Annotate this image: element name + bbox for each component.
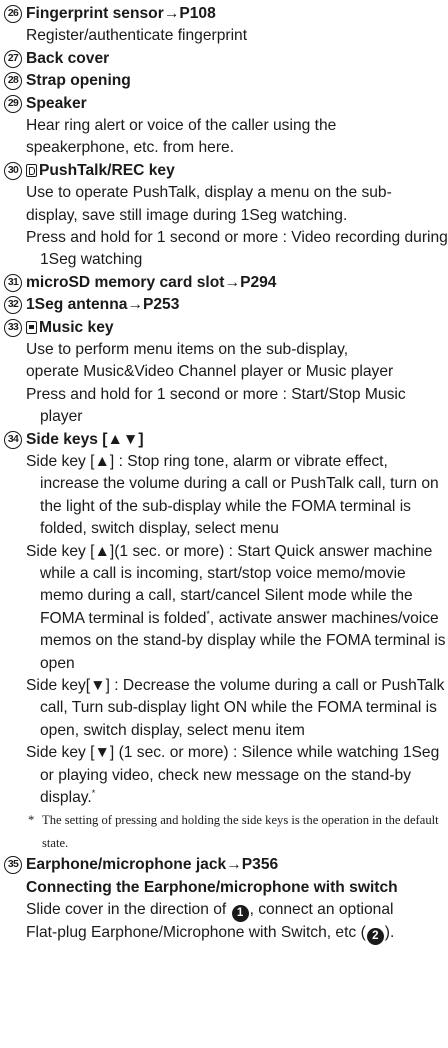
entry-description: Use to operate PushTalk, display a menu … xyxy=(26,184,392,202)
item-number: 35 xyxy=(4,856,22,875)
item-number: 34 xyxy=(4,430,22,449)
item-number: 28 xyxy=(4,72,22,91)
item-number: 29 xyxy=(4,94,22,113)
page-reference-link[interactable]: →P294 xyxy=(224,274,276,291)
connection-subheading: Connecting the Earphone/microphone with … xyxy=(26,878,398,896)
page-reference-link[interactable]: →P356 xyxy=(226,856,278,873)
music-key-icon xyxy=(26,321,37,335)
entry-title: PushTalk/REC key xyxy=(39,161,175,179)
entry-title: Side keys [▲▼] xyxy=(26,430,144,448)
entry-earphone-jack: 35 Earphone/microphone jack→P356 Connecti… xyxy=(0,854,448,946)
entry-speaker: 29 Speaker Hear ring alert or voice of th… xyxy=(0,93,448,160)
page-reference-link[interactable]: →P253 xyxy=(127,296,179,313)
entry-strap-opening: 28 Strap opening xyxy=(0,70,448,92)
entry-description: Hear ring alert or voice of the caller u… xyxy=(26,116,337,134)
entry-title: Fingerprint sensor xyxy=(26,5,164,22)
entry-description: Flat-plug Earphone/Microphone with Switc… xyxy=(0,922,448,946)
footnote: * The setting of pressing and holding the… xyxy=(28,813,439,850)
entry-description: Register/authenticate fingerprint xyxy=(26,27,248,45)
entry-description: Use to perform menu items on the sub-dis… xyxy=(26,340,349,358)
item-number: 30 xyxy=(4,161,22,180)
item-number: 26 xyxy=(4,5,22,24)
entry-description: operate Music&Video Channel player or Mu… xyxy=(26,363,394,381)
page-reference-link[interactable]: →P108 xyxy=(164,5,216,22)
press-and-hold-description: Press and hold for 1 second or more : Vi… xyxy=(26,228,448,269)
entry-music-key: 33 Music key Use to perform menu items on… xyxy=(0,317,448,429)
entry-1seg-antenna: 32 1Seg antenna→P253 xyxy=(0,294,448,316)
item-number: 31 xyxy=(4,273,22,292)
entry-back-cover: 27 Back cover xyxy=(0,48,448,70)
step-2-marker: 2 xyxy=(366,928,384,946)
entry-side-keys: 34 Side keys [▲▼] Side key [▲] : Stop rin… xyxy=(0,429,448,855)
footnote-mark: * xyxy=(91,787,96,798)
entry-title: Earphone/microphone jack xyxy=(26,856,227,874)
push-talk-key-icon xyxy=(26,164,37,178)
entry-description: Slide cover in the direction of 1, conne… xyxy=(0,899,448,923)
entry-description: display, save still image during 1Seg wa… xyxy=(26,206,348,224)
entry-title: Music key xyxy=(39,318,114,336)
entry-description: speakerphone, etc. from here. xyxy=(26,139,235,157)
entry-title: 1Seg antenna xyxy=(26,296,128,314)
side-key-list: Side key [▲] : Stop ring tone, alarm or … xyxy=(0,451,448,810)
side-key-up-hold-description: Side key [▲](1 sec. or more) : Start Qui… xyxy=(26,542,446,672)
entry-pushtalk-rec-key: 30 PushTalk/REC key Use to operate PushTa… xyxy=(0,160,448,272)
manual-page: 26 Fingerprint sensor→P108 Register/authe… xyxy=(0,0,448,1048)
side-key-down-hold-description: Side key [▼] (1 sec. or more) : Silence … xyxy=(26,744,440,807)
side-key-up-description: Side key [▲] : Stop ring tone, alarm or … xyxy=(26,452,439,538)
entry-title: Strap opening xyxy=(26,72,131,90)
item-number: 27 xyxy=(4,49,22,68)
item-number: 33 xyxy=(4,318,22,337)
side-key-down-description: Side key[▼] : Decrease the volume during… xyxy=(26,677,445,739)
entry-title: Back cover xyxy=(26,49,110,67)
entry-title: microSD memory card slot xyxy=(26,273,225,291)
entry-title: Speaker xyxy=(26,94,87,112)
item-number: 32 xyxy=(4,296,22,315)
entry-microsd-slot: 31 microSD memory card slot→P294 xyxy=(0,272,448,294)
step-1-marker: 1 xyxy=(231,905,249,923)
press-and-hold-description: Press and hold for 1 second or more : St… xyxy=(26,385,406,426)
entry-fingerprint-sensor: 26 Fingerprint sensor→P108 Register/authe… xyxy=(0,3,448,48)
